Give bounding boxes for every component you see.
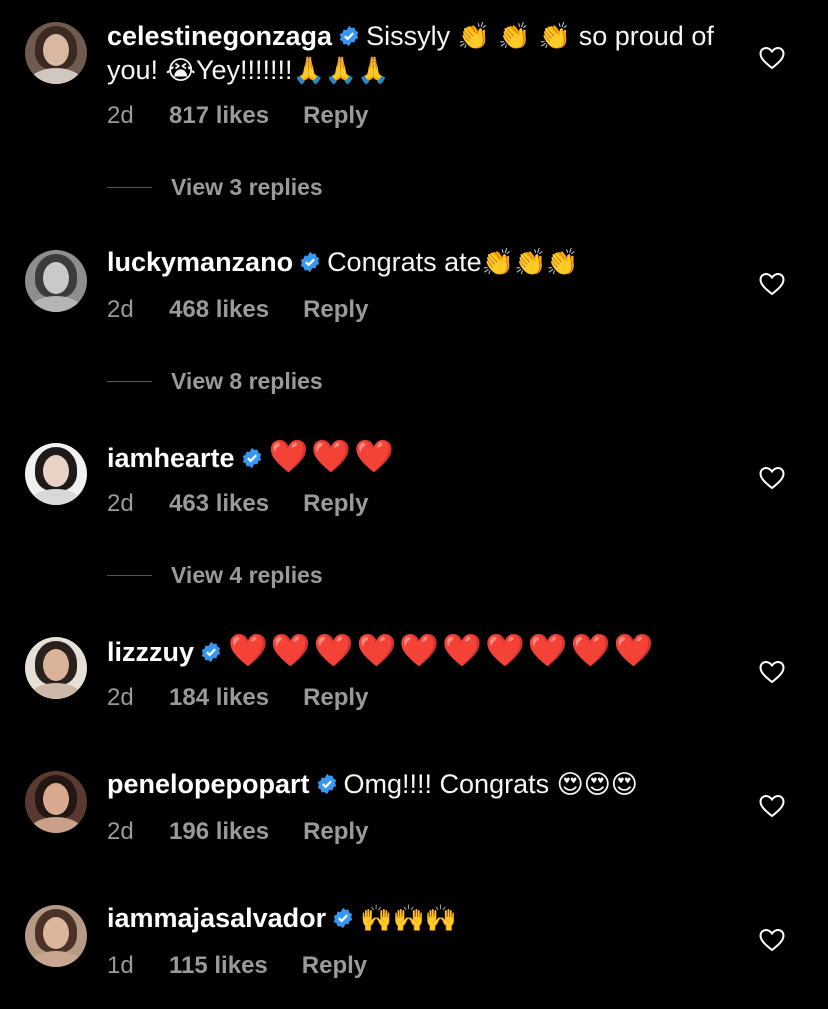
- reply-button[interactable]: Reply: [303, 490, 368, 518]
- crying-face-emoji: 😭: [165, 56, 196, 86]
- heart-outline-icon[interactable]: [759, 794, 785, 818]
- divider: [107, 187, 152, 188]
- comment-body: Congrats ate: [327, 247, 482, 277]
- comment-text: penelopepopart Omg!!!! Congrats 😍😍😍: [107, 768, 727, 802]
- comment-meta: 2d 196 likes Reply: [107, 818, 368, 846]
- view-replies-label: View 3 replies: [171, 174, 323, 200]
- username[interactable]: luckymanzano: [107, 247, 293, 277]
- reply-button[interactable]: Reply: [303, 296, 368, 324]
- avatar[interactable]: [25, 637, 87, 699]
- avatar[interactable]: [25, 443, 87, 505]
- likes-count[interactable]: 817 likes: [169, 102, 269, 130]
- comment-text: iamhearte ❤️❤️❤️: [107, 440, 727, 475]
- avatar[interactable]: [25, 22, 87, 84]
- verified-badge-icon: [201, 641, 221, 663]
- comment-meta: 2d 817 likes Reply: [107, 102, 368, 130]
- red-heart-emoji: ❤️❤️❤️❤️❤️❤️❤️❤️❤️❤️: [228, 631, 657, 669]
- clapping-hands-emoji: 👏 👏 👏: [457, 22, 572, 52]
- comment-meta: 2d 463 likes Reply: [107, 490, 368, 518]
- verified-badge-icon: [242, 447, 261, 469]
- username[interactable]: lizzzuy: [107, 637, 194, 667]
- likes-count[interactable]: 463 likes: [169, 490, 269, 518]
- username[interactable]: penelopepopart: [107, 769, 310, 799]
- heart-outline-icon[interactable]: [759, 272, 785, 296]
- clapping-hands-emoji: 👏👏👏: [481, 248, 579, 278]
- comment-meta: 2d 184 likes Reply: [107, 684, 368, 712]
- folded-hands-emoji: 🙏🙏🙏: [292, 56, 390, 86]
- comment-meta: 1d 115 likes Reply: [107, 952, 367, 980]
- heart-outline-icon[interactable]: [759, 466, 785, 490]
- red-heart-emoji: ❤️❤️❤️: [268, 437, 398, 475]
- comment-text: celestinegonzaga Sissyly 👏 👏 👏 so proud o…: [107, 20, 727, 88]
- view-replies-label: View 8 replies: [171, 368, 323, 394]
- verified-badge-icon: [300, 251, 320, 273]
- avatar[interactable]: [25, 250, 87, 312]
- heart-outline-icon[interactable]: [759, 660, 785, 684]
- raising-hands-emoji: 🙌🙌🙌: [360, 904, 458, 934]
- likes-count[interactable]: 468 likes: [169, 296, 269, 324]
- comment-age: 1d: [107, 952, 134, 979]
- avatar[interactable]: [25, 905, 87, 967]
- comment-body: Yey!!!!!!!: [195, 55, 293, 85]
- comment-age: 2d: [107, 102, 134, 129]
- likes-count[interactable]: 184 likes: [169, 684, 269, 712]
- comment-meta: 2d 468 likes Reply: [107, 296, 368, 324]
- heart-outline-icon[interactable]: [759, 46, 785, 70]
- likes-count[interactable]: 196 likes: [169, 818, 269, 846]
- reply-button[interactable]: Reply: [303, 102, 368, 130]
- reply-button[interactable]: Reply: [303, 818, 368, 846]
- view-replies-button[interactable]: View 8 replies: [107, 368, 323, 395]
- comment-body: Sissyly: [366, 21, 458, 51]
- comment-text: luckymanzano Congrats ate👏👏👏: [107, 246, 727, 280]
- divider: [107, 575, 152, 576]
- comment-text: iammajasalvador 🙌🙌🙌: [107, 902, 727, 936]
- reply-button[interactable]: Reply: [303, 684, 368, 712]
- view-replies-button[interactable]: View 3 replies: [107, 174, 323, 201]
- username[interactable]: iamhearte: [107, 443, 235, 473]
- heart-eyes-emoji: 😍😍😍: [556, 770, 638, 800]
- comment-text: lizzzuy ❤️❤️❤️❤️❤️❤️❤️❤️❤️❤️: [107, 634, 727, 669]
- likes-count[interactable]: 115 likes: [169, 952, 268, 980]
- heart-outline-icon[interactable]: [759, 928, 785, 952]
- comment-body: Omg!!!! Congrats: [343, 769, 557, 799]
- comment-age: 2d: [107, 490, 134, 517]
- verified-badge-icon: [317, 773, 336, 795]
- verified-badge-icon: [339, 25, 359, 47]
- username[interactable]: iammajasalvador: [107, 903, 326, 933]
- view-replies-label: View 4 replies: [171, 562, 323, 588]
- comment-age: 2d: [107, 296, 134, 323]
- comment-age: 2d: [107, 818, 134, 845]
- verified-badge-icon: [333, 907, 353, 929]
- username[interactable]: celestinegonzaga: [107, 21, 332, 51]
- reply-button[interactable]: Reply: [302, 952, 367, 980]
- view-replies-button[interactable]: View 4 replies: [107, 562, 323, 589]
- avatar[interactable]: [25, 771, 87, 833]
- comment-age: 2d: [107, 684, 134, 711]
- divider: [107, 381, 152, 382]
